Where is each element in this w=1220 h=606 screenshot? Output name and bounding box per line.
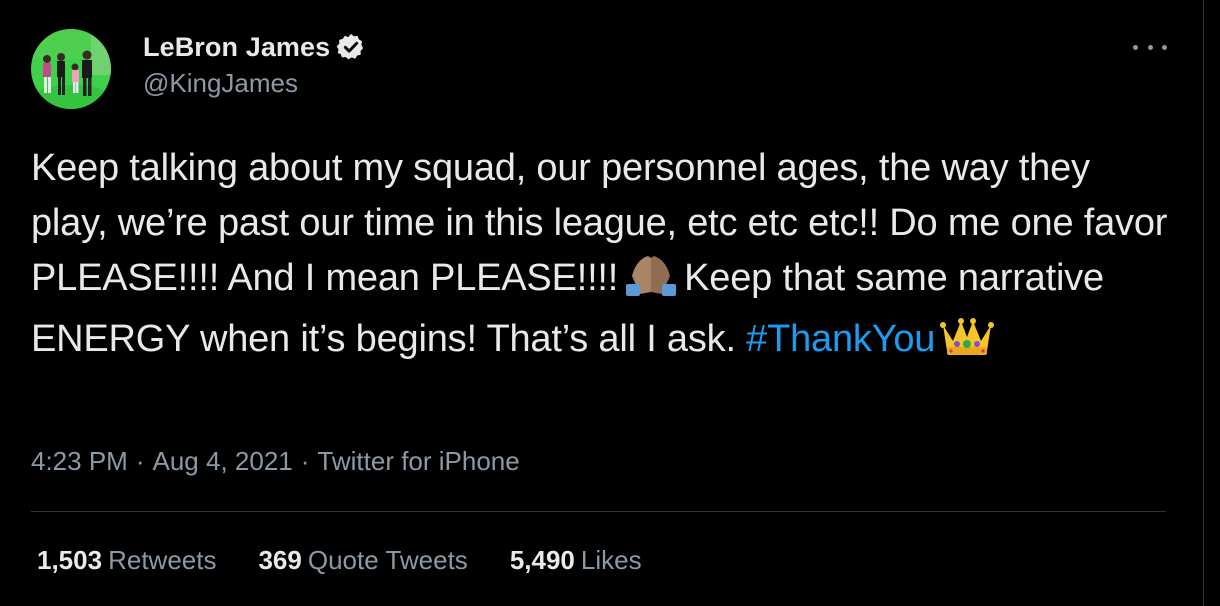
tweet-stats: 1,503 Retweets 369 Quote Tweets 5,490 Likes bbox=[37, 545, 684, 576]
quote-tweets-label: Quote Tweets bbox=[307, 545, 468, 575]
more-dot-icon bbox=[1147, 44, 1153, 50]
folded-hands-emoji-icon bbox=[622, 252, 680, 312]
tweet-detail: LeBron James @KingJames Keep talking abo… bbox=[0, 0, 1203, 606]
retweets-label: Retweets bbox=[108, 545, 217, 575]
display-name[interactable]: LeBron James bbox=[143, 32, 330, 63]
avatar[interactable] bbox=[31, 29, 111, 109]
tweet-date[interactable]: Aug 4, 2021 bbox=[153, 446, 293, 477]
crown-emoji-icon bbox=[939, 313, 995, 373]
author-block: LeBron James @KingJames bbox=[143, 29, 366, 99]
display-name-row: LeBron James bbox=[143, 29, 366, 65]
retweets-stat[interactable]: 1,503 Retweets bbox=[37, 545, 216, 576]
quote-tweets-count: 369 bbox=[258, 545, 302, 575]
likes-count: 5,490 bbox=[509, 545, 575, 575]
more-dot-icon bbox=[1133, 44, 1138, 50]
column-border bbox=[1203, 0, 1204, 606]
verified-badge-icon bbox=[336, 32, 366, 62]
meta-separator: · bbox=[300, 446, 310, 476]
hashtag-link[interactable]: #ThankYou bbox=[746, 318, 935, 360]
tweet-meta: 4:23 PM · Aug 4, 2021 · Twitter for iPho… bbox=[31, 446, 520, 477]
tweet-time[interactable]: 4:23 PM bbox=[31, 446, 128, 477]
handle[interactable]: @KingJames bbox=[143, 68, 366, 99]
likes-label: Likes bbox=[580, 545, 642, 575]
quote-tweets-stat[interactable]: 369 Quote Tweets bbox=[258, 545, 467, 576]
more-options-button[interactable] bbox=[1133, 38, 1167, 56]
retweets-count: 1,503 bbox=[37, 545, 103, 575]
more-dot-icon bbox=[1162, 44, 1167, 50]
divider bbox=[31, 511, 1166, 512]
tweet-text: Keep talking about my squad, our personn… bbox=[31, 141, 1171, 373]
tweet-source-link[interactable]: Twitter for iPhone bbox=[317, 446, 519, 477]
meta-separator: · bbox=[135, 446, 145, 476]
likes-stat[interactable]: 5,490 Likes bbox=[510, 545, 642, 576]
